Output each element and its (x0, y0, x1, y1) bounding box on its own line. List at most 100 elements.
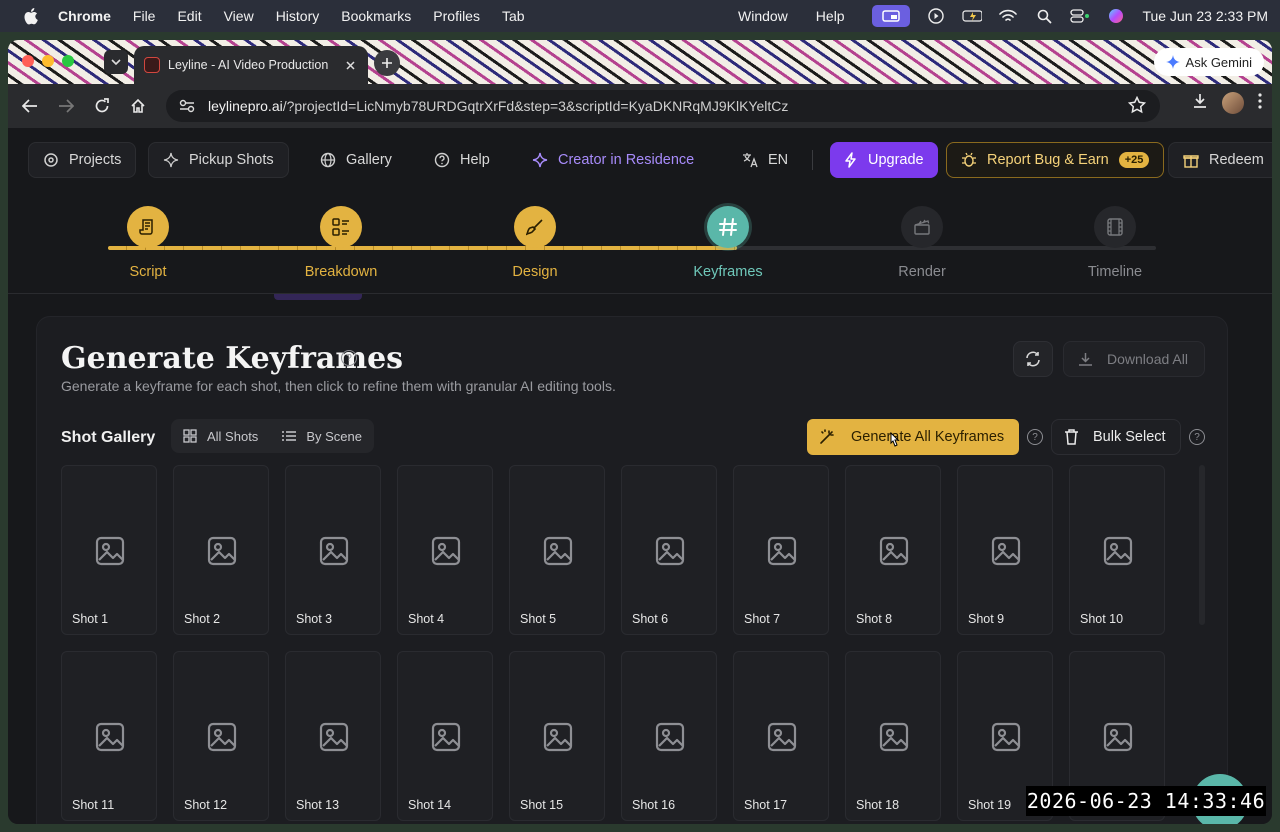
menu-help[interactable]: Help (816, 8, 845, 24)
screen-recording-icon[interactable] (872, 5, 911, 27)
image-placeholder-icon (319, 536, 349, 566)
tab-search-button[interactable] (104, 50, 128, 74)
all-shots-toggle[interactable]: All Shots (171, 419, 270, 453)
creator-in-residence-button[interactable]: Creator in Residence (518, 142, 708, 178)
shot-card[interactable]: Shot 4 (397, 465, 493, 635)
shot-card[interactable]: Shot 2 (173, 465, 269, 635)
bulk-select-button[interactable]: Bulk Select (1051, 419, 1181, 455)
shot-label: Shot 19 (968, 798, 1012, 812)
title-help-icon[interactable]: ? (341, 350, 357, 366)
spotlight-search-icon[interactable] (1034, 6, 1054, 26)
shot-label: Shot 6 (632, 612, 669, 626)
shot-card[interactable]: Shot 11 (61, 651, 157, 821)
image-placeholder-icon (879, 722, 909, 752)
shot-card[interactable]: Shot 8 (845, 465, 941, 635)
shot-card[interactable]: Shot 5 (509, 465, 605, 635)
kebab-menu-icon[interactable] (1258, 92, 1262, 114)
close-tab-icon[interactable] (342, 57, 358, 73)
control-center-icon[interactable] (1070, 6, 1090, 26)
help-label: Help (460, 152, 490, 168)
menu-view[interactable]: View (224, 8, 254, 24)
shot-card[interactable]: Shot 6 (621, 465, 717, 635)
step-design[interactable]: Design (475, 206, 595, 280)
shot-card[interactable]: Shot 10 (1069, 465, 1165, 635)
shot-card[interactable]: Shot 9 (957, 465, 1053, 635)
refresh-button[interactable] (1013, 341, 1053, 377)
shot-gallery-title: Shot Gallery (61, 429, 156, 446)
step-script[interactable]: Script (88, 206, 208, 280)
menu-bookmarks[interactable]: Bookmarks (341, 8, 411, 24)
gallery-button[interactable]: Gallery (306, 142, 406, 178)
download-all-button[interactable]: Download All (1063, 341, 1205, 377)
bookmark-star-icon[interactable] (1127, 95, 1147, 117)
shot-card[interactable]: Shot 16 (621, 651, 717, 821)
site-settings-icon[interactable] (176, 95, 198, 117)
projects-button[interactable]: Projects (28, 142, 137, 178)
new-tab-button[interactable] (374, 50, 400, 76)
step-timeline[interactable]: Timeline (1055, 206, 1175, 280)
language-button[interactable]: EN (728, 142, 802, 178)
address-bar[interactable]: leylinepro.ai/?projectId=LicNmyb78URDGqt… (166, 90, 1160, 122)
upgrade-button[interactable]: Upgrade (830, 142, 938, 178)
redeem-button[interactable]: Redeem (1168, 142, 1272, 178)
bulk-help-icon[interactable]: ? (1189, 429, 1205, 445)
siri-icon[interactable] (1106, 6, 1126, 26)
shot-card[interactable]: Shot 1 (61, 465, 157, 635)
menu-profiles[interactable]: Profiles (433, 8, 480, 24)
gallery-scrollbar[interactable] (1199, 465, 1205, 625)
by-scene-toggle[interactable]: By Scene (270, 419, 374, 453)
menu-edit[interactable]: Edit (177, 8, 201, 24)
grid-icon (183, 429, 197, 443)
ask-gemini-button[interactable]: Ask Gemini (1153, 48, 1264, 76)
shot-card[interactable]: Shot 14 (397, 651, 493, 821)
menu-tab[interactable]: Tab (502, 8, 525, 24)
pickup-shots-button[interactable]: Pickup Shots (148, 142, 289, 178)
image-placeholder-icon (207, 536, 237, 566)
shot-card[interactable]: Shot 7 (733, 465, 829, 635)
shot-card[interactable]: Shot 3 (285, 465, 381, 635)
tab-strip: Leyline - AI Video Production Ask Gemini (8, 40, 1272, 84)
home-icon (131, 98, 145, 113)
generate-all-keyframes-button[interactable]: Generate All Keyframes (807, 419, 1019, 455)
shot-card[interactable]: Shot 12 (173, 651, 269, 821)
back-button[interactable] (18, 94, 42, 118)
generate-help-icon[interactable]: ? (1027, 429, 1043, 445)
brush-icon (514, 206, 556, 248)
battery-icon[interactable] (962, 6, 983, 26)
menu-file[interactable]: File (133, 8, 156, 24)
profile-avatar[interactable] (1222, 92, 1244, 114)
active-tab-indicator (274, 294, 362, 300)
image-placeholder-icon (1103, 536, 1133, 566)
step-label: Breakdown (304, 264, 378, 280)
home-button[interactable] (126, 94, 150, 118)
step-keyframes[interactable]: Keyframes (668, 206, 788, 280)
shot-card[interactable]: Shot 17 (733, 651, 829, 821)
menu-app-name[interactable]: Chrome (58, 8, 111, 24)
step-breakdown[interactable]: Breakdown (281, 206, 401, 280)
projects-label: Projects (69, 152, 122, 168)
leyline-app: Projects Pickup Shots Gallery Help Creat… (8, 128, 1272, 824)
forward-button[interactable] (54, 94, 78, 118)
trash-icon (1065, 429, 1078, 445)
report-bug-button[interactable]: Report Bug & Earn +25 (946, 142, 1165, 178)
play-icon[interactable] (926, 6, 946, 26)
shot-card[interactable]: Shot 15 (509, 651, 605, 821)
menu-history[interactable]: History (276, 8, 320, 24)
download-icon[interactable] (1192, 93, 1208, 114)
reload-button[interactable] (90, 94, 114, 118)
step-render[interactable]: Render (862, 206, 982, 280)
mouse-cursor-icon (888, 431, 900, 450)
active-tab[interactable]: Leyline - AI Video Production (134, 46, 368, 84)
apple-icon[interactable] (20, 6, 40, 26)
menubar-clock[interactable]: Tue Jun 23 2:33 PM (1142, 8, 1268, 24)
shot-card[interactable]: Shot 18 (845, 651, 941, 821)
close-window-button[interactable] (22, 55, 34, 67)
sparkle-icon (532, 152, 548, 168)
help-button[interactable]: Help (420, 142, 504, 178)
zoom-window-button[interactable] (62, 55, 74, 67)
window-controls (22, 55, 74, 67)
shot-card[interactable]: Shot 13 (285, 651, 381, 821)
menu-window[interactable]: Window (738, 8, 788, 24)
wifi-icon[interactable] (998, 6, 1018, 26)
minimize-window-button[interactable] (42, 55, 54, 67)
